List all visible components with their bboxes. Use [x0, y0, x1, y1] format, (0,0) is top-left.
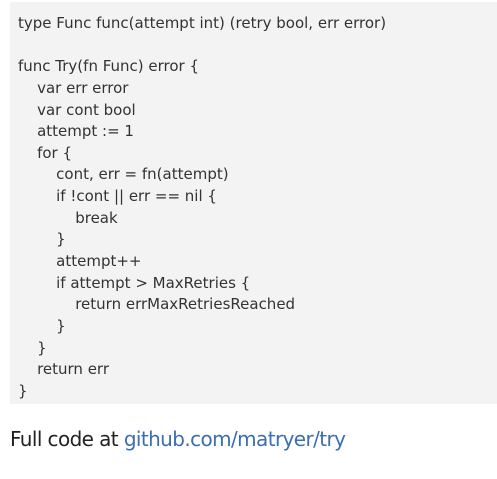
code-line: for {: [18, 143, 73, 162]
code-line: if attempt > MaxRetries {: [18, 273, 251, 292]
code-line: func Try(fn Func) error {: [18, 57, 200, 76]
code-line: }: [18, 338, 47, 357]
code-line: }: [18, 230, 66, 249]
code-line: attempt++: [18, 252, 142, 271]
code-block: type Func func(attempt int) (retry bool,…: [10, 2, 497, 404]
code-line: if !cont || err == nil {: [18, 187, 217, 206]
code-line: return errMaxRetriesReached: [18, 295, 296, 314]
code-line: var err error: [18, 78, 129, 97]
code-line: var cont bool: [18, 100, 136, 119]
code-line: }: [18, 316, 66, 335]
code-line: return err: [18, 360, 110, 379]
code-line: attempt := 1: [18, 122, 134, 141]
github-link[interactable]: github.com/matryer/try: [124, 427, 346, 451]
caption: Full code at github.com/matryer/try: [10, 424, 346, 454]
code-line: break: [18, 208, 118, 227]
caption-prefix: Full code at: [10, 427, 124, 451]
code-line: }: [18, 381, 28, 400]
code-line: type Func func(attempt int) (retry bool,…: [18, 14, 387, 32]
code-line: cont, err = fn(attempt): [18, 165, 229, 184]
